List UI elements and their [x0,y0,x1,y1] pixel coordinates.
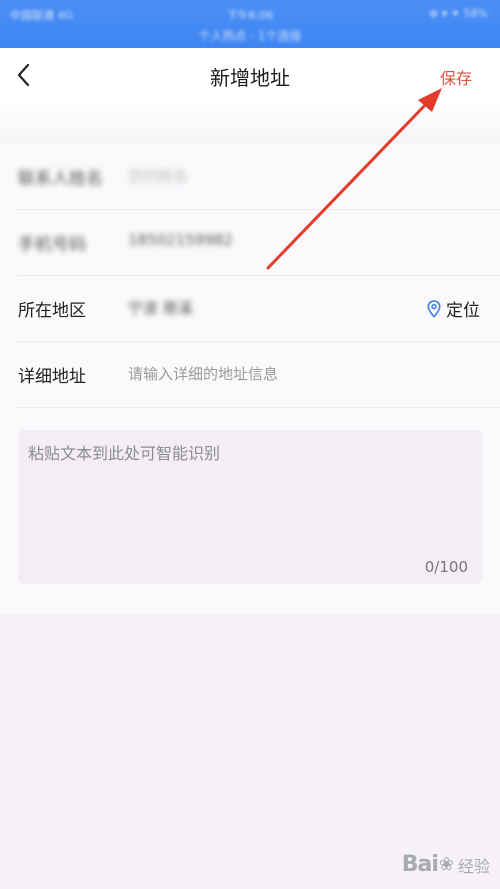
smart-paste-textarea[interactable]: 粘贴文本到此处可智能识别 0/100 [18,430,482,584]
locate-label: 定位 [446,301,480,321]
paste-placeholder: 粘贴文本到此处可智能识别 [28,444,221,463]
paw-icon: ❀ [438,854,454,875]
detail-address-label: 详细地址 [18,367,86,387]
watermark-logo: Bai [401,852,439,877]
header-divider [0,104,500,144]
status-bar: 中国联通 4G 下午6:06 ⊕ ▾ ✦ 58% 个人热点 · 1个连接 [0,0,500,48]
watermark: Bai ❀ 经验 [402,852,490,877]
region-label: 所在地区 [18,301,86,321]
detail-address-row[interactable]: 详细地址 请输入详细的地址信息 [18,342,500,408]
status-indicators: ⊕ ▾ ✦ 58% [429,7,488,20]
contact-name-input[interactable]: 您的姓名 [128,165,188,186]
address-form: 联系人姓名 您的姓名 手机号码 18502159982 所在地区 宁波 慈溪 定… [0,144,500,614]
phone-row[interactable]: 手机号码 18502159982 [18,210,500,276]
page-background [0,614,500,889]
locate-button[interactable]: 定位 [427,296,480,321]
region-value[interactable]: 宁波 慈溪 [128,297,193,318]
contact-name-label: 联系人姓名 [18,169,103,189]
location-pin-icon [427,299,441,318]
region-row[interactable]: 所在地区 宁波 慈溪 定位 [18,276,500,342]
hotspot-banner[interactable]: 个人热点 · 1个连接 [0,27,500,44]
page-title: 新增地址 [210,66,290,90]
status-time: 下午6:06 [226,9,274,22]
watermark-text: 经验 [457,856,490,876]
save-button[interactable]: 保存 [440,65,472,89]
detail-address-input[interactable]: 请输入详细的地址信息 [128,363,278,384]
char-counter: 0/100 [424,558,468,576]
contact-name-row[interactable]: 联系人姓名 您的姓名 [18,144,500,210]
nav-bar: 新增地址 保存 [0,48,500,104]
phone-label: 手机号码 [18,235,86,255]
phone-input[interactable]: 18502159982 [128,231,233,249]
